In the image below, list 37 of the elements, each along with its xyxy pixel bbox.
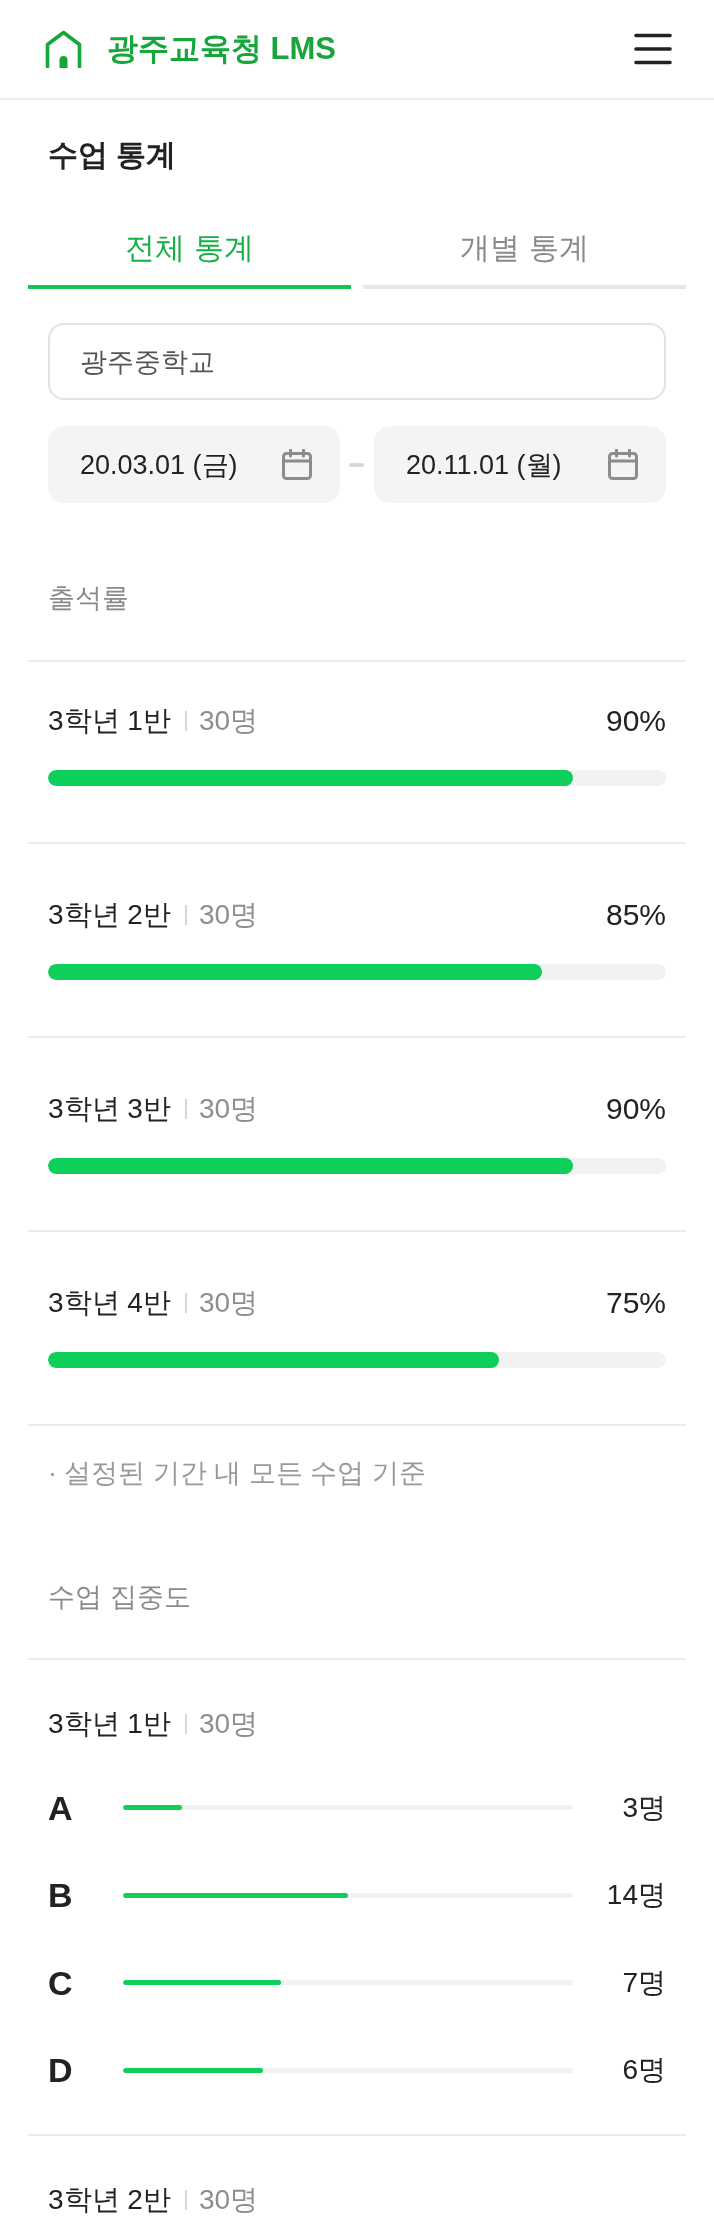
school-field[interactable]: 광주중학교: [48, 323, 666, 400]
footnote: · 설정된 기간 내 모든 수업 기준: [47, 1457, 427, 1490]
class-name: 3학년 4반: [48, 1286, 171, 1320]
class-name: 3학년 1반: [48, 704, 171, 738]
date-field[interactable]: 20.03.01 (금): [48, 426, 340, 503]
grade-label: C: [48, 1962, 74, 2003]
attendance-rate: 85%: [605, 897, 666, 933]
student-count: 30명: [198, 704, 259, 738]
student-count: 30명: [198, 898, 259, 932]
calendar-icon: [608, 449, 638, 480]
class-name: 3학년 3반: [48, 1092, 171, 1126]
calendar-icon: [282, 449, 312, 480]
class-name: 3학년 2반: [48, 898, 171, 932]
attendance-rate: 90%: [605, 703, 666, 739]
dash-icon: [349, 462, 364, 467]
section-title: 출석률: [47, 582, 130, 615]
student-count: 3명: [621, 1790, 666, 1825]
class-name: 3학년 2반: [48, 2183, 171, 2217]
menu-icon[interactable]: [634, 33, 672, 65]
page-title: 수업 통계: [47, 137, 178, 173]
app-title: 광주교육청 LMS: [107, 30, 337, 68]
student-count: 7명: [621, 1965, 666, 2000]
grade-label: D: [48, 2050, 74, 2091]
attendance-rate: 90%: [605, 1091, 666, 1127]
student-count: 30명: [198, 1092, 259, 1126]
student-count: 6명: [621, 2053, 666, 2088]
student-count: 30명: [198, 1286, 259, 1320]
attendance-rate: 75%: [605, 1285, 666, 1321]
grade-label: A: [48, 1787, 74, 1828]
date-field[interactable]: 20.11.01 (월): [374, 426, 666, 503]
class-name: 3학년 1반: [48, 1707, 171, 1741]
student-count: 30명: [198, 1707, 259, 1741]
home-icon[interactable]: [45, 30, 82, 68]
student-count: 14명: [605, 1878, 666, 1913]
section-title: 수업 집중도: [47, 1581, 192, 1614]
student-count: 30명: [198, 2183, 259, 2217]
grade-label: B: [48, 1875, 74, 1916]
